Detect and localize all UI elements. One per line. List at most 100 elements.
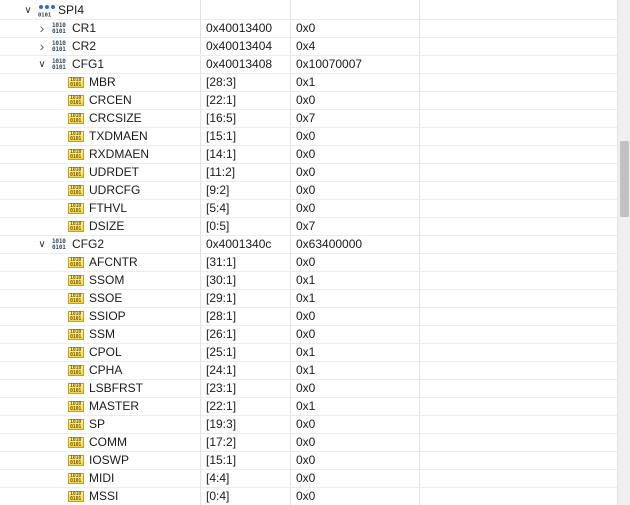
address-cell: [0:4] [201, 488, 290, 505]
value-cell[interactable]: 0x1 [291, 290, 419, 307]
value-cell[interactable]: 0x0 [291, 452, 419, 469]
address-cell: [5:4] [201, 200, 290, 217]
field-bits-icon: 1010 0101 [68, 131, 84, 142]
value-cell[interactable]: 0x0 [291, 470, 419, 487]
tree-row-dsize[interactable]: 1010 0101 DSIZE [0:5] 0x7 [0, 218, 617, 236]
value-cell[interactable]: 0x7 [291, 218, 419, 235]
value-cell[interactable]: 0x0 [291, 200, 419, 217]
address-cell: 0x40013408 [201, 56, 290, 73]
tree-row-mssi[interactable]: 1010 0101 MSSI [0:4] 0x0 [0, 488, 617, 505]
item-name-label: SPI4 [58, 3, 85, 17]
value-cell[interactable]: 0x1 [291, 272, 419, 289]
name-cell: 1010 0101 CPHA [0, 362, 200, 379]
value-label: 0x0 [296, 147, 316, 161]
item-name-label: UDRCFG [89, 183, 141, 197]
value-cell[interactable]: 0x0 [291, 164, 419, 181]
value-label: 0x0 [296, 471, 316, 485]
tree-row-ssoe[interactable]: 1010 0101 SSOE [29:1] 0x1 [0, 290, 617, 308]
value-label: 0x0 [296, 93, 316, 107]
address-cell: [22:1] [201, 92, 290, 109]
bit-range-label: [25:1] [206, 345, 237, 359]
tree-row-ssom[interactable]: 1010 0101 SSOM [30:1] 0x1 [0, 272, 617, 290]
chevron-down-icon[interactable]: ∨ [22, 2, 34, 19]
tree-row-ssm[interactable]: 1010 0101 SSM [26:1] 0x0 [0, 326, 617, 344]
name-cell: 1010 0101 MBR [0, 74, 200, 91]
value-cell[interactable]: 0x0 [291, 488, 419, 505]
tree-row-lsbfrst[interactable]: 1010 0101 LSBFRST [23:1] 0x0 [0, 380, 617, 398]
item-name-label: MSSI [89, 489, 119, 503]
chevron-right-icon[interactable]: › [36, 20, 48, 37]
chevron-down-icon[interactable]: ∨ [36, 56, 48, 73]
field-bits-icon: 1010 0101 [68, 275, 84, 286]
value-cell[interactable]: 0x10070007 [291, 56, 419, 73]
tree-row-cr1[interactable]: › 1010 0101 CR1 0x40013400 0x0 [0, 20, 617, 38]
tree-row-mbr[interactable]: 1010 0101 MBR [28:3] 0x1 [0, 74, 617, 92]
chevron-down-icon[interactable]: ∨ [36, 236, 48, 253]
value-cell[interactable]: 0x1 [291, 398, 419, 415]
tree-row-spi4[interactable]: ∨ 0101 SPI4 [0, 2, 617, 20]
tree-row-sp[interactable]: 1010 0101 SP [19:3] 0x0 [0, 416, 617, 434]
value-cell[interactable]: 0x0 [291, 380, 419, 397]
scrollbar-thumb[interactable] [620, 141, 629, 217]
value-label: 0x0 [296, 381, 316, 395]
tree-row-udrcfg[interactable]: 1010 0101 UDRCFG [9:2] 0x0 [0, 182, 617, 200]
bit-range-label: [15:1] [206, 453, 237, 467]
address-cell: [19:3] [201, 416, 290, 433]
name-cell: ∨ 1010 0101 CFG2 [0, 236, 200, 253]
value-cell[interactable]: 0x0 [291, 326, 419, 343]
address-label: 0x40013408 [206, 57, 273, 71]
tree-row-cfg2[interactable]: ∨ 1010 0101 CFG2 0x4001340c 0x63400000 [0, 236, 617, 254]
vertical-scrollbar[interactable] [617, 0, 630, 505]
value-cell[interactable]: 0x1 [291, 344, 419, 361]
value-cell[interactable]: 0x0 [291, 92, 419, 109]
tree-row-cpha[interactable]: 1010 0101 CPHA [24:1] 0x1 [0, 362, 617, 380]
value-cell[interactable]: 0x1 [291, 74, 419, 91]
tree-row-crcen[interactable]: 1010 0101 CRCEN [22:1] 0x0 [0, 92, 617, 110]
value-cell[interactable] [291, 2, 419, 19]
value-cell[interactable]: 0x63400000 [291, 236, 419, 253]
bit-range-label: [0:4] [206, 489, 230, 503]
name-cell: 1010 0101 CRCSIZE [0, 110, 200, 127]
value-cell[interactable]: 0x0 [291, 182, 419, 199]
tree-row-master[interactable]: 1010 0101 MASTER [22:1] 0x1 [0, 398, 617, 416]
chevron-right-icon[interactable]: › [36, 38, 48, 55]
tree-row-afcntr[interactable]: 1010 0101 AFCNTR [31:1] 0x0 [0, 254, 617, 272]
tree-row-txdmaen[interactable]: 1010 0101 TXDMAEN [15:1] 0x0 [0, 128, 617, 146]
tree-row-cpol[interactable]: 1010 0101 CPOL [25:1] 0x1 [0, 344, 617, 362]
address-cell: [22:1] [201, 398, 290, 415]
name-cell: 1010 0101 DSIZE [0, 218, 200, 235]
tree-row-rxdmaen[interactable]: 1010 0101 RXDMAEN [14:1] 0x0 [0, 146, 617, 164]
value-label: 0x7 [296, 219, 316, 233]
value-cell[interactable]: 0x0 [291, 128, 419, 145]
tree-row-udrdet[interactable]: 1010 0101 UDRDET [11:2] 0x0 [0, 164, 617, 182]
tree-row-comm[interactable]: 1010 0101 COMM [17:2] 0x0 [0, 434, 617, 452]
value-label: 0x0 [296, 309, 316, 323]
item-name-label: FTHVL [89, 201, 128, 215]
tree-row-fthvl[interactable]: 1010 0101 FTHVL [5:4] 0x0 [0, 200, 617, 218]
tree-row-cfg1[interactable]: ∨ 1010 0101 CFG1 0x40013408 0x10070007 [0, 56, 617, 74]
address-cell: [26:1] [201, 326, 290, 343]
address-cell: [29:1] [201, 290, 290, 307]
value-cell[interactable]: 0x7 [291, 110, 419, 127]
item-name-label: CPOL [89, 345, 122, 359]
tree-row-cr2[interactable]: › 1010 0101 CR2 0x40013404 0x4 [0, 38, 617, 56]
address-cell: [17:2] [201, 434, 290, 451]
value-cell[interactable]: 0x0 [291, 416, 419, 433]
bit-range-label: [29:1] [206, 291, 237, 305]
register-tree[interactable]: ∨ 0101 SPI4 › 1010 0101 CR1 0x40013400 0x0 › 1010 0… [0, 0, 617, 505]
item-name-label: SSOE [89, 291, 123, 305]
field-bits-icon: 1010 0101 [68, 311, 84, 322]
value-cell[interactable]: 0x1 [291, 362, 419, 379]
value-cell[interactable]: 0x0 [291, 434, 419, 451]
tree-row-ioswp[interactable]: 1010 0101 IOSWP [15:1] 0x0 [0, 452, 617, 470]
value-cell[interactable]: 0x0 [291, 20, 419, 37]
value-cell[interactable]: 0x0 [291, 308, 419, 325]
value-cell[interactable]: 0x4 [291, 38, 419, 55]
tree-row-crcsize[interactable]: 1010 0101 CRCSIZE [16:5] 0x7 [0, 110, 617, 128]
tree-row-midi[interactable]: 1010 0101 MIDI [4:4] 0x0 [0, 470, 617, 488]
tree-row-ssiop[interactable]: 1010 0101 SSIOP [28:1] 0x0 [0, 308, 617, 326]
address-cell: [28:3] [201, 74, 290, 91]
value-cell[interactable]: 0x0 [291, 254, 419, 271]
address-label [201, 3, 206, 17]
value-cell[interactable]: 0x0 [291, 146, 419, 163]
